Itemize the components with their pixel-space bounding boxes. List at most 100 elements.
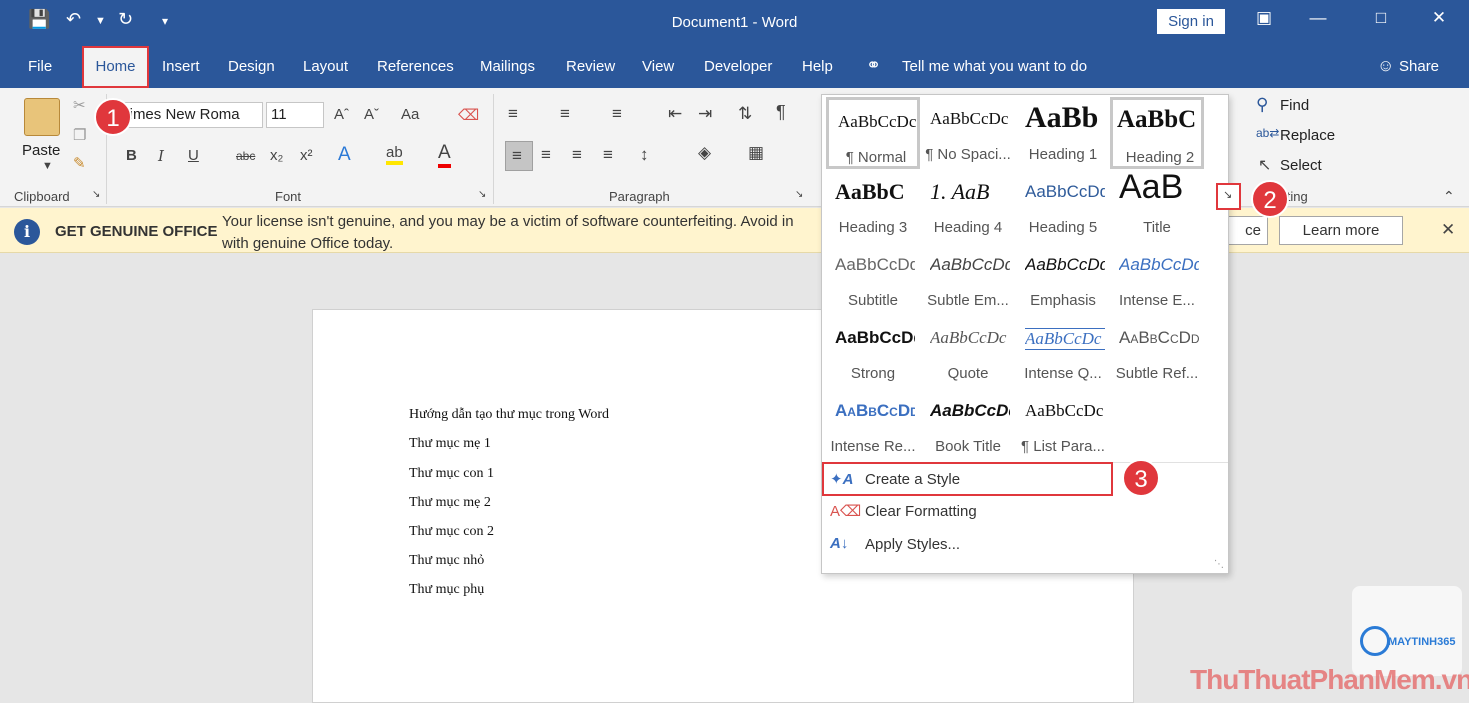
shrink-font-icon[interactable]: Aˇ <box>364 106 379 123</box>
maximize-icon[interactable]: □ <box>1366 8 1396 28</box>
paste-icon[interactable] <box>24 98 60 136</box>
highlight-color-icon[interactable]: ab <box>386 144 403 165</box>
find-icon[interactable]: ⚲ <box>1256 95 1268 115</box>
document-line[interactable]: Thư mục nhỏ <box>409 553 484 569</box>
clear-formatting-menu-item[interactable]: A⌫ Clear Formatting <box>822 496 1228 528</box>
learn-more-button[interactable]: Learn more <box>1279 216 1403 245</box>
show-marks-icon[interactable]: ¶ <box>776 102 786 123</box>
font-size-combo[interactable]: 11 <box>266 102 324 128</box>
tab-insert[interactable]: Insert <box>162 58 200 75</box>
style-normal[interactable]: AaBbCcDc ¶ Normal <box>826 97 920 169</box>
style-subtle-emphasis[interactable]: AaBbCcDd Subtle Em... <box>921 243 1015 315</box>
select-cursor-icon[interactable]: ↖ <box>1258 155 1271 175</box>
sign-in-button[interactable]: Sign in <box>1157 9 1225 34</box>
paste-button-label[interactable]: Paste <box>22 142 60 159</box>
font-name-combo[interactable]: Times New Roma <box>116 102 263 128</box>
replace-button[interactable]: Replace <box>1280 127 1335 144</box>
style-emphasis[interactable]: AaBbCcDd Emphasis <box>1016 243 1110 315</box>
style-heading-2[interactable]: AaBbC Heading 2 <box>1110 97 1204 169</box>
strikethrough-icon[interactable]: abc <box>236 149 255 163</box>
style-heading-4[interactable]: 1. AaB Heading 4 <box>921 170 1015 242</box>
style-no-spacing[interactable]: AaBbCcDc ¶ No Spaci... <box>921 97 1015 169</box>
style-subtle-reference[interactable]: AaBbCcDd Subtle Ref... <box>1110 316 1204 388</box>
document-line[interactable]: Thư mục con 1 <box>409 466 494 482</box>
text-effects-icon[interactable]: A <box>338 144 351 166</box>
paste-dropdown-icon[interactable]: ▼ <box>42 160 53 172</box>
bullets-icon[interactable]: ≡ <box>508 104 518 124</box>
document-line[interactable]: Thư mục mẹ 2 <box>409 495 491 511</box>
cut-icon[interactable]: ✂ <box>73 96 86 114</box>
style-book-title[interactable]: AaBbCcDd Book Title <box>921 389 1015 461</box>
font-launcher-icon[interactable]: ↘ <box>478 189 486 200</box>
tab-mailings[interactable]: Mailings <box>480 58 535 75</box>
tell-me-search[interactable]: Tell me what you want to do <box>902 58 1087 75</box>
style-subtitle[interactable]: AaBbCcDd Subtitle <box>826 243 920 315</box>
resize-grip-icon[interactable]: ⋱ <box>1214 559 1224 570</box>
document-line[interactable]: Thư mục mẹ 1 <box>409 436 491 452</box>
superscript-icon[interactable]: x² <box>300 147 313 164</box>
apply-styles-icon: A↓ <box>830 535 849 552</box>
tab-references[interactable]: References <box>377 58 454 75</box>
ribbon-display-options-icon[interactable]: ▣ <box>1249 8 1279 28</box>
tab-help[interactable]: Help <box>802 58 833 75</box>
find-button[interactable]: Find <box>1280 97 1309 114</box>
style-intense-quote[interactable]: AaBbCcDc Intense Q... <box>1016 316 1110 388</box>
font-color-icon[interactable]: A <box>438 142 451 168</box>
line-spacing-icon[interactable]: ↕ <box>640 145 649 165</box>
borders-icon[interactable]: ▦ <box>748 143 764 163</box>
tab-home[interactable]: Home <box>82 46 149 88</box>
paragraph-launcher-icon[interactable]: ↘ <box>795 189 803 200</box>
tab-review[interactable]: Review <box>566 58 615 75</box>
clear-formatting-icon[interactable]: ⌫ <box>458 106 479 124</box>
numbering-icon[interactable]: ≡ <box>560 104 570 124</box>
style-label: ¶ No Spaci... <box>925 146 1011 163</box>
tab-view[interactable]: View <box>642 58 674 75</box>
subscript-icon[interactable]: x₂ <box>270 147 283 164</box>
share-button[interactable]: Share <box>1399 58 1439 75</box>
tab-layout[interactable]: Layout <box>303 58 348 75</box>
style-list-paragraph[interactable]: AaBbCcDc ¶ List Para... <box>1016 389 1110 461</box>
style-sample: AaBbCcDc <box>1025 328 1105 350</box>
grow-font-icon[interactable]: Aˆ <box>334 106 349 123</box>
sort-icon[interactable]: ⇅ <box>738 104 752 124</box>
document-line[interactable]: Thư mục phụ <box>409 582 484 598</box>
apply-styles-menu-item[interactable]: A↓ Apply Styles... <box>822 529 1228 561</box>
shading-icon[interactable]: ◈ <box>698 143 711 163</box>
minimize-icon[interactable]: — <box>1303 8 1333 28</box>
copy-icon[interactable]: ❐ <box>73 126 86 144</box>
clipboard-launcher-icon[interactable]: ↘ <box>92 189 100 200</box>
style-heading-5[interactable]: AaBbCcDd Heading 5 <box>1016 170 1110 242</box>
tab-developer[interactable]: Developer <box>704 58 772 75</box>
align-center-icon[interactable]: ≡ <box>541 145 551 165</box>
align-right-icon[interactable]: ≡ <box>572 145 582 165</box>
select-button[interactable]: Select <box>1280 157 1322 174</box>
style-label: Heading 1 <box>1028 146 1098 163</box>
style-heading-3[interactable]: AaBbC Heading 3 <box>826 170 920 242</box>
multilevel-list-icon[interactable]: ≡ <box>612 104 622 124</box>
bold-icon[interactable]: B <box>126 147 137 164</box>
format-painter-icon[interactable]: ✎ <box>73 154 86 172</box>
replace-icon[interactable]: ab⇄ <box>1256 126 1279 140</box>
more-styles-button[interactable]: ↘ <box>1216 183 1241 210</box>
change-case-icon[interactable]: Aa <box>401 106 419 123</box>
underline-icon[interactable]: U <box>188 147 199 164</box>
style-intense-emphasis[interactable]: AaBbCcDd Intense E... <box>1110 243 1204 315</box>
style-strong[interactable]: AaBbCcDd Strong <box>826 316 920 388</box>
style-heading-1[interactable]: AaBb Heading 1 <box>1016 97 1110 169</box>
tab-design[interactable]: Design <box>228 58 275 75</box>
tab-file[interactable]: File <box>28 58 52 75</box>
message-close-icon[interactable]: ✕ <box>1441 220 1455 240</box>
style-intense-reference[interactable]: AaBbCcDd Intense Re... <box>826 389 920 461</box>
italic-icon[interactable]: I <box>158 147 164 165</box>
style-title[interactable]: AaB Title <box>1110 168 1204 242</box>
increase-indent-icon[interactable]: ⇥ <box>698 104 712 124</box>
close-icon[interactable]: ✕ <box>1424 8 1454 28</box>
document-line[interactable]: Thư mục con 2 <box>409 524 494 540</box>
document-line[interactable]: Hướng dẫn tạo thư mục trong Word <box>409 407 609 423</box>
style-label: Intense Q... <box>1024 365 1102 382</box>
justify-icon[interactable]: ≡ <box>603 145 613 165</box>
style-quote[interactable]: AaBbCcDc Quote <box>921 316 1015 388</box>
decrease-indent-icon[interactable]: ⇤ <box>668 104 682 124</box>
collapse-ribbon-icon[interactable]: ⌃ <box>1443 188 1455 205</box>
align-left-button[interactable]: ≡ <box>505 141 533 171</box>
